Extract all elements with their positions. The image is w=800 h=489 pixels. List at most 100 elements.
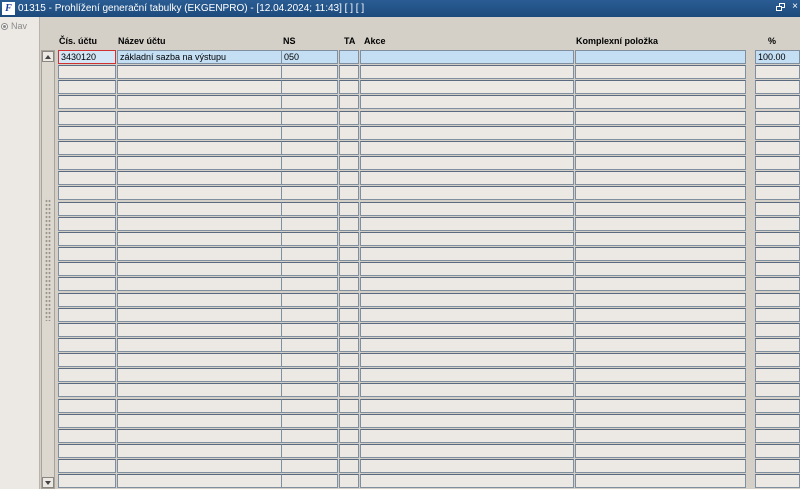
cell-akce[interactable]	[360, 247, 574, 262]
cell-cis-uctu[interactable]	[58, 398, 116, 413]
table-row[interactable]	[58, 428, 800, 444]
cell-cis-uctu[interactable]	[58, 80, 116, 95]
cell-ns[interactable]	[281, 428, 338, 443]
table-row[interactable]	[58, 140, 800, 156]
cell-procento[interactable]	[755, 444, 800, 459]
table-row[interactable]	[58, 444, 800, 459]
cell-procento[interactable]	[755, 125, 800, 140]
table-row[interactable]	[58, 110, 800, 126]
cell-ns[interactable]	[281, 95, 338, 110]
cell-akce[interactable]	[360, 262, 574, 277]
cell-komplexni-polozka[interactable]	[575, 231, 746, 246]
cell-komplexni-polozka[interactable]	[575, 125, 746, 140]
cell-ta[interactable]	[339, 428, 359, 443]
cell-procento[interactable]	[755, 95, 800, 110]
cell-ns[interactable]: 050	[281, 50, 338, 64]
cell-akce[interactable]	[360, 277, 574, 292]
cell-cis-uctu[interactable]	[58, 474, 116, 489]
cell-akce[interactable]	[360, 50, 574, 64]
cell-ta[interactable]	[339, 474, 359, 489]
table-row[interactable]	[58, 398, 800, 414]
cell-ta[interactable]	[339, 322, 359, 337]
cell-komplexni-polozka[interactable]	[575, 322, 746, 337]
cell-komplexni-polozka[interactable]	[575, 383, 746, 398]
cell-komplexni-polozka[interactable]	[575, 186, 746, 201]
cell-akce[interactable]	[360, 353, 574, 368]
cell-ns[interactable]	[281, 80, 338, 95]
cell-cis-uctu[interactable]	[58, 307, 116, 322]
table-row[interactable]	[58, 231, 800, 247]
cell-ta[interactable]	[339, 307, 359, 322]
cell-komplexni-polozka[interactable]	[575, 95, 746, 110]
table-row[interactable]	[58, 247, 800, 262]
cell-ns[interactable]	[281, 413, 338, 428]
vertical-scrollbar[interactable]	[41, 50, 55, 489]
cell-ns[interactable]	[281, 459, 338, 474]
cell-cis-uctu[interactable]	[58, 383, 116, 398]
table-row[interactable]	[58, 201, 800, 217]
cell-komplexni-polozka[interactable]	[575, 156, 746, 171]
table-row[interactable]	[58, 368, 800, 383]
restore-window-icon[interactable]	[776, 3, 786, 13]
cell-cis-uctu[interactable]	[58, 216, 116, 231]
cell-akce[interactable]	[360, 398, 574, 413]
cell-komplexni-polozka[interactable]	[575, 337, 746, 352]
cell-procento[interactable]	[755, 80, 800, 95]
cell-akce[interactable]	[360, 125, 574, 140]
table-row[interactable]	[58, 95, 800, 110]
table-row[interactable]	[58, 383, 800, 398]
cell-ns[interactable]	[281, 216, 338, 231]
cell-ta[interactable]	[339, 383, 359, 398]
cell-cis-uctu[interactable]	[58, 171, 116, 186]
cell-ns[interactable]	[281, 383, 338, 398]
cell-komplexni-polozka[interactable]	[575, 292, 746, 307]
table-row[interactable]	[58, 262, 800, 277]
table-row[interactable]	[58, 125, 800, 141]
cell-ns[interactable]	[281, 231, 338, 246]
cell-cis-uctu[interactable]	[58, 262, 116, 277]
cell-komplexni-polozka[interactable]	[575, 171, 746, 186]
cell-akce[interactable]	[360, 110, 574, 125]
cell-cis-uctu[interactable]	[58, 337, 116, 352]
cell-ta[interactable]	[339, 95, 359, 110]
table-row[interactable]	[58, 322, 800, 338]
cell-ns[interactable]	[281, 444, 338, 459]
cell-ta[interactable]	[339, 353, 359, 368]
cell-ta[interactable]	[339, 444, 359, 459]
cell-ta[interactable]	[339, 50, 359, 64]
cell-ta[interactable]	[339, 292, 359, 307]
cell-procento[interactable]	[755, 171, 800, 186]
cell-ta[interactable]	[339, 277, 359, 292]
cell-akce[interactable]	[360, 140, 574, 155]
table-row[interactable]	[58, 413, 800, 429]
cell-komplexni-polozka[interactable]	[575, 110, 746, 125]
cell-akce[interactable]	[360, 337, 574, 352]
cell-ta[interactable]	[339, 140, 359, 155]
cell-ta[interactable]	[339, 171, 359, 186]
cell-komplexni-polozka[interactable]	[575, 444, 746, 459]
cell-cis-uctu[interactable]	[58, 125, 116, 140]
cell-cis-uctu[interactable]	[58, 140, 116, 155]
cell-akce[interactable]	[360, 413, 574, 428]
cell-cis-uctu[interactable]	[58, 277, 116, 292]
cell-ta[interactable]	[339, 156, 359, 171]
cell-komplexni-polozka[interactable]	[575, 50, 746, 64]
cell-akce[interactable]	[360, 292, 574, 307]
cell-ns[interactable]	[281, 353, 338, 368]
cell-procento[interactable]	[755, 156, 800, 171]
cell-ns[interactable]	[281, 277, 338, 292]
cell-akce[interactable]	[360, 201, 574, 216]
cell-procento[interactable]	[755, 307, 800, 322]
cell-cis-uctu[interactable]	[58, 353, 116, 368]
cell-procento[interactable]	[755, 353, 800, 368]
cell-ta[interactable]	[339, 413, 359, 428]
cell-procento[interactable]	[755, 398, 800, 413]
cell-procento[interactable]	[755, 383, 800, 398]
cell-cis-uctu[interactable]	[58, 368, 116, 383]
cell-procento[interactable]	[755, 186, 800, 201]
cell-akce[interactable]	[360, 368, 574, 383]
table-row[interactable]	[58, 337, 800, 353]
cell-akce[interactable]	[360, 307, 574, 322]
cell-komplexni-polozka[interactable]	[575, 459, 746, 474]
cell-ns[interactable]	[281, 186, 338, 201]
